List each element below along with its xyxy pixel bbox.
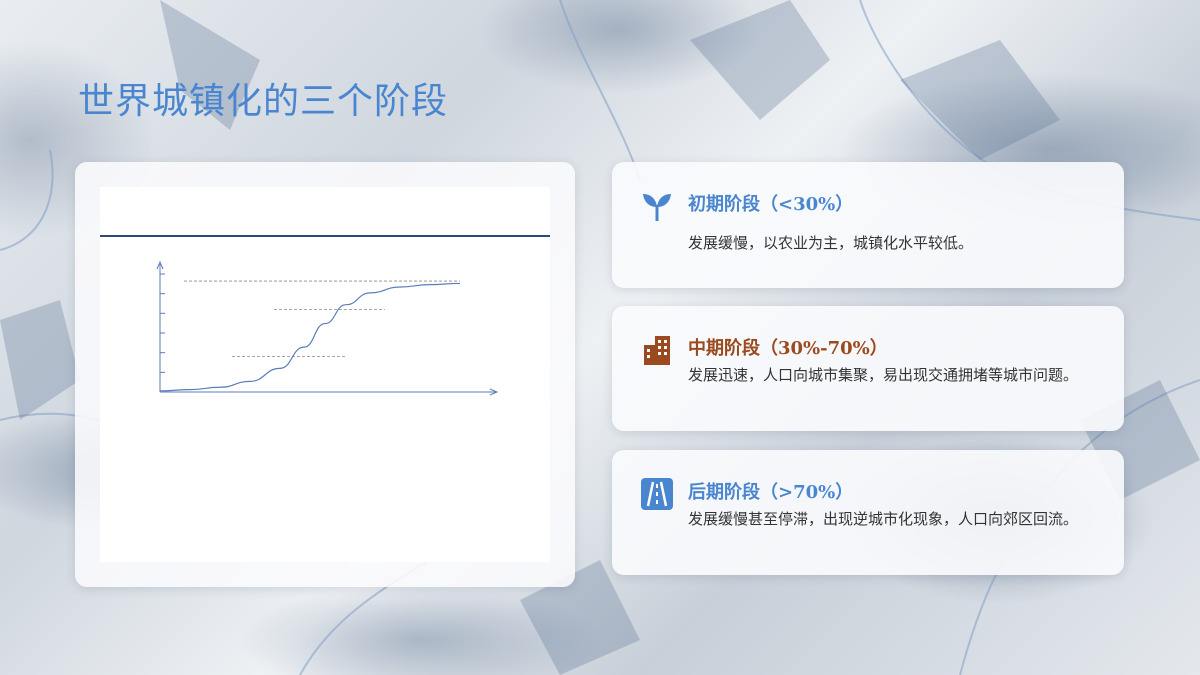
page-title: 世界城镇化的三个阶段 (78, 81, 449, 122)
stage-card-early: 初期阶段（<30%） 发展缓慢，以农业为主，城镇化水平较低。 (612, 162, 1124, 288)
urbanization-curve (159, 282, 461, 392)
road-icon (641, 478, 673, 510)
stage-title-early: 初期阶段（<30%） (688, 194, 854, 215)
stage-desc-middle: 发展迅速，人口向城市集聚，易出现交通拥堵等城市问题。 (688, 366, 1079, 384)
stage-title-middle: 中期阶段（30%-70%） (688, 338, 888, 359)
stage-title-late: 后期阶段（>70%） (688, 482, 854, 503)
stage-desc-early: 发展缓慢，以农业为主，城镇化水平较低。 (688, 234, 974, 252)
sprout-icon (643, 194, 671, 221)
stage-card-middle: 中期阶段（30%-70%） 发展迅速，人口向城市集聚，易出现交通拥堵等城市问题。 (612, 306, 1124, 431)
building-icon (644, 336, 670, 365)
chart-card (75, 162, 575, 587)
urbanization-s-curve-chart (156, 260, 499, 396)
stage-desc-late: 发展缓慢甚至停滞，出现逆城市化现象，人口向郊区回流。 (688, 510, 1079, 528)
chart-area (100, 187, 550, 562)
stage-card-late: 后期阶段（>70%） 发展缓慢甚至停滞，出现逆城市化现象，人口向郊区回流。 (612, 450, 1124, 575)
